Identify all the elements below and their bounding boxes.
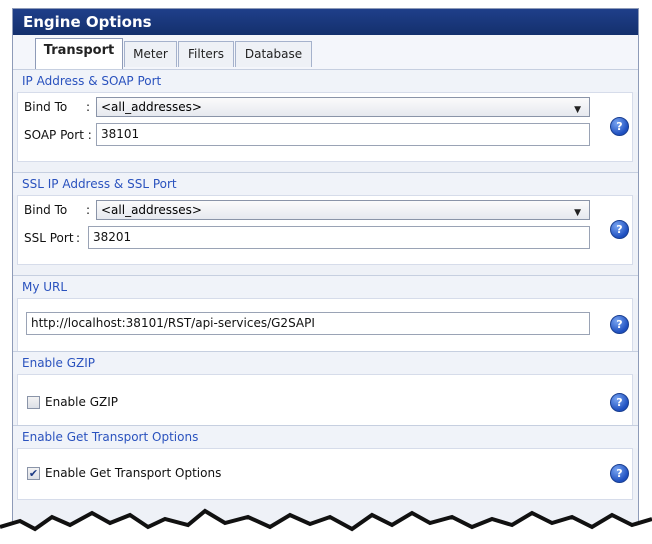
gzip-group-body: Enable GZIP ? — [17, 374, 633, 428]
tab-database[interactable]: Database — [235, 41, 312, 67]
soap-group: IP Address & SOAP Port Bind To : <all_ad… — [13, 69, 638, 162]
transport-options-checkbox[interactable]: ✔ — [27, 467, 40, 480]
checkmark-icon: ✔ — [28, 467, 39, 480]
question-mark-icon[interactable]: ? — [610, 117, 629, 136]
tab-filters[interactable]: Filters — [178, 41, 234, 67]
ssl-bind-colon: : — [86, 203, 91, 217]
question-mark-icon[interactable]: ? — [610, 393, 629, 412]
ssl-group-body: Bind To : <all_addresses> ▼ SSL Port : 3… — [17, 195, 633, 265]
question-mark-icon[interactable]: ? — [610, 220, 629, 239]
window-title: Engine Options — [13, 9, 638, 35]
ssl-bind-label: Bind To — [24, 203, 68, 217]
gzip-group-header: Enable GZIP — [13, 351, 638, 374]
soap-port-label: SOAP Port : — [24, 128, 92, 142]
engine-options-window: Engine Options Transport Meter Filters D… — [12, 8, 639, 530]
soap-port-input[interactable]: 38101 — [96, 123, 590, 146]
transport-options-group: Enable Get Transport Options ✔ Enable Ge… — [13, 425, 638, 500]
gzip-checkbox-label: Enable GZIP — [45, 395, 118, 409]
transport-options-header: Enable Get Transport Options — [13, 425, 638, 448]
ssl-port-label: SSL Port — [24, 231, 74, 245]
tab-strip: Transport Meter Filters Database — [13, 35, 638, 69]
url-group: My URL http://localhost:38101/RST/api-se… — [13, 275, 638, 352]
url-input[interactable]: http://localhost:38101/RST/api-services/… — [26, 312, 590, 335]
soap-bind-label: Bind To — [24, 100, 68, 114]
question-mark-icon[interactable]: ? — [610, 315, 629, 334]
soap-group-header: IP Address & SOAP Port — [13, 69, 638, 92]
ssl-bind-select[interactable]: <all_addresses> ▼ — [96, 200, 590, 220]
url-group-body: http://localhost:38101/RST/api-services/… — [17, 298, 633, 352]
gzip-group: Enable GZIP Enable GZIP ? — [13, 351, 638, 428]
ssl-port-input[interactable]: 38201 — [88, 226, 590, 249]
transport-options-body: ✔ Enable Get Transport Options ? — [17, 448, 633, 500]
ssl-port-colon: : — [76, 231, 81, 245]
url-group-header: My URL — [13, 275, 638, 298]
transport-options-checkbox-label: Enable Get Transport Options — [45, 466, 222, 480]
soap-bind-select[interactable]: <all_addresses> ▼ — [96, 97, 590, 117]
ssl-group-header: SSL IP Address & SSL Port — [13, 172, 638, 195]
soap-bind-value: <all_addresses> — [101, 100, 202, 114]
tab-transport[interactable]: Transport — [35, 38, 123, 69]
chevron-down-icon[interactable]: ▼ — [574, 101, 581, 119]
soap-group-body: Bind To : <all_addresses> ▼ SOAP Port : … — [17, 92, 633, 162]
ssl-group: SSL IP Address & SSL Port Bind To : <all… — [13, 172, 638, 265]
gzip-checkbox[interactable] — [27, 396, 40, 409]
ssl-bind-value: <all_addresses> — [101, 203, 202, 217]
torn-edge-decoration — [0, 508, 652, 544]
chevron-down-icon[interactable]: ▼ — [574, 204, 581, 222]
soap-bind-colon: : — [86, 100, 91, 114]
question-mark-icon[interactable]: ? — [610, 464, 629, 483]
tab-meter[interactable]: Meter — [124, 41, 177, 67]
